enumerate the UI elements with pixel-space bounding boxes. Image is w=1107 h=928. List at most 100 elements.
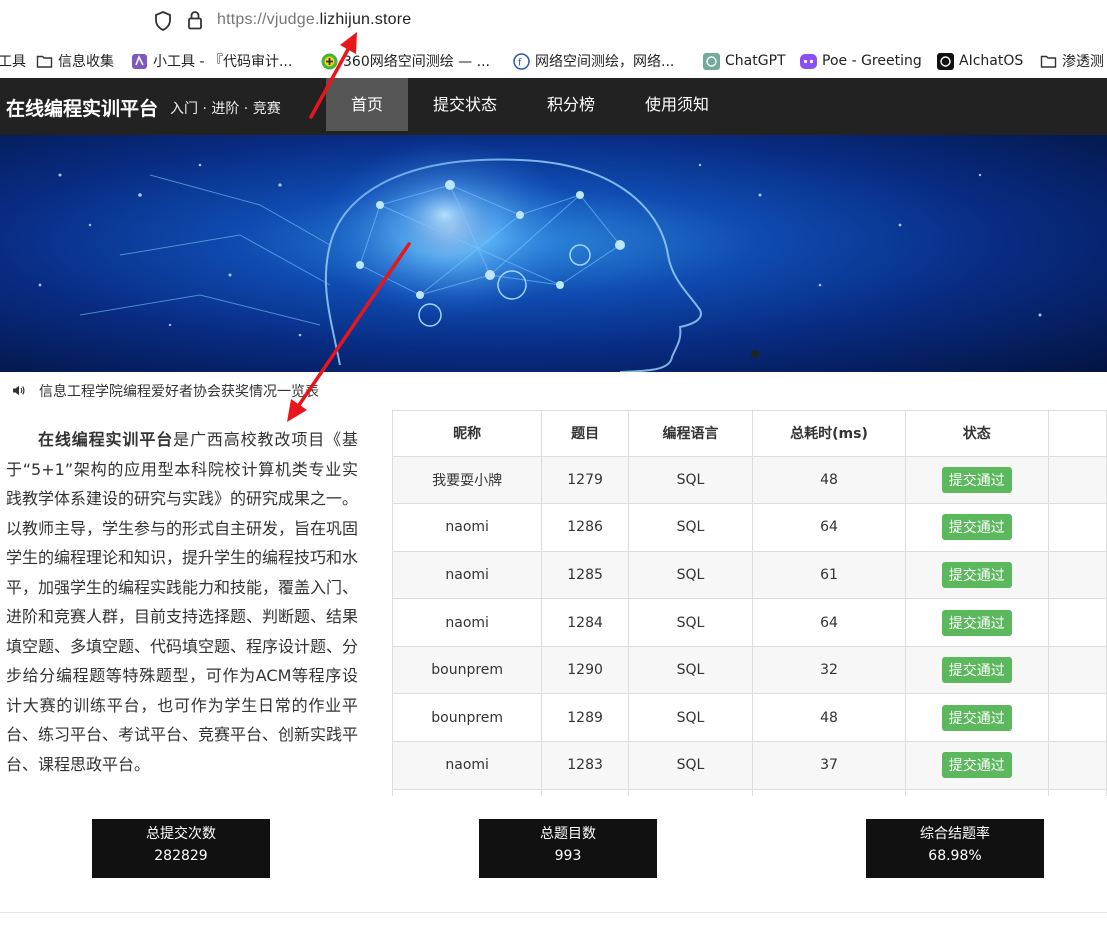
column-header-problem: 题目 <box>541 411 629 457</box>
intro-body: 是广西高校教改项目《基于“5+1”架构的应用型本科院校计算机类专业实践教学体系建… <box>6 430 359 774</box>
folder-icon <box>36 55 53 68</box>
recent-submissions-table[interactable]: 昵称 题目 编程语言 总耗时(ms) 状态 我要耍小牌 1279 SQL 48 提交通过… <box>392 410 1107 796</box>
cell-time: 64 <box>752 598 906 647</box>
cell-status: 提交通过 <box>905 456 1049 505</box>
cell-extra <box>1048 503 1107 552</box>
cell-problem-id[interactable]: 1290 <box>541 646 629 695</box>
announcement-text[interactable]: 信息工程学院编程爱好者协会获奖情况一览表 <box>39 384 319 400</box>
status-badge[interactable]: 提交通过 <box>941 704 1012 731</box>
cell-nickname[interactable]: naomi <box>393 598 543 647</box>
bookmark-poe[interactable]: Poe - Greeting <box>800 51 922 71</box>
table-row[interactable]: naomi 1286 SQL 64 提交通过 <box>393 503 1107 552</box>
cell-time <box>752 789 906 796</box>
status-badge[interactable]: 提交通过 <box>941 752 1012 779</box>
stat-total-submissions: 总提交次数 282829 <box>92 819 270 878</box>
bookmark-small-tools[interactable]: 小工具 - 『代码审计... <box>131 51 292 71</box>
arrowhead-icon <box>287 399 307 422</box>
cell-language: SQL <box>628 598 754 647</box>
stat-label: 总题目数 <box>540 826 596 842</box>
cell-problem-id[interactable]: 1285 <box>541 551 629 600</box>
site-brand[interactable]: 在线编程实训平台 <box>6 94 158 121</box>
cell-extra <box>1048 456 1107 505</box>
browser-url-bar[interactable]: https://vjudge.lizhijun.store <box>0 0 1107 44</box>
lock-icon[interactable] <box>187 10 203 34</box>
cell-nickname[interactable]: naomi <box>393 551 543 600</box>
status-badge[interactable]: 提交通过 <box>941 466 1012 493</box>
cell-status: 提交通过 <box>905 646 1049 695</box>
footer-divider <box>0 912 1107 913</box>
chatgpt-icon <box>937 52 954 70</box>
table-row[interactable]: naomi 1284 SQL 64 提交通过 <box>393 598 1107 647</box>
cell-time: 64 <box>752 503 906 552</box>
cell-problem-id[interactable]: 1286 <box>541 503 629 552</box>
cell-extra <box>1048 789 1107 796</box>
table-row[interactable]: naomi 1283 SQL 37 提交通过 <box>393 741 1107 790</box>
bookmark-chatgpt[interactable]: ChatGPT <box>703 51 786 71</box>
hero-banner[interactable] <box>0 135 1107 372</box>
status-badge[interactable]: 提交通过 <box>941 514 1012 541</box>
cell-language: SQL <box>628 551 754 600</box>
bookmarks-bar: 工具 信息收集 小工具 - 『代码审计... 360网络空间测绘 — ... f… <box>0 44 1107 78</box>
stat-label: 总提交次数 <box>146 826 216 842</box>
status-badge[interactable]: 提交通过 <box>941 657 1012 684</box>
bookmark-tools[interactable]: 工具 <box>0 51 26 71</box>
bookmark-pentest[interactable]: 渗透测 <box>1040 51 1104 71</box>
cell-status: 提交通过 <box>905 741 1049 790</box>
table-row[interactable]: 我要耍小牌 1279 SQL 48 提交通过 <box>393 456 1107 505</box>
table-row[interactable]: bounprem 1289 SQL 48 提交通过 <box>393 693 1107 743</box>
bookmark-aichatos[interactable]: AIchatOS <box>937 51 1023 71</box>
cell-nickname[interactable]: naomi <box>393 503 543 552</box>
cell-nickname[interactable] <box>393 789 543 796</box>
shield-icon[interactable] <box>154 11 172 35</box>
cell-nickname[interactable]: 我要耍小牌 <box>393 456 543 505</box>
table-row[interactable]: naomi 1285 SQL 61 提交通过 <box>393 551 1107 600</box>
cell-nickname[interactable]: naomi <box>393 741 543 790</box>
status-badge[interactable]: 提交通过 <box>941 561 1012 588</box>
stat-value: 282829 <box>154 848 208 864</box>
cell-status <box>905 789 1049 796</box>
cell-status: 提交通过 <box>905 551 1049 600</box>
cell-extra <box>1048 551 1107 600</box>
cell-problem-id[interactable]: 1284 <box>541 598 629 647</box>
stat-value: 993 <box>554 848 582 864</box>
cell-extra <box>1048 646 1107 695</box>
status-badge[interactable]: 提交通过 <box>941 609 1012 636</box>
svg-text:f: f <box>518 57 522 68</box>
intro-bold-title: 在线编程实训平台 <box>38 430 174 449</box>
carousel-dot[interactable] <box>751 350 759 358</box>
cell-extra <box>1048 598 1107 647</box>
bookmark-360-mapping[interactable]: 360网络空间测绘 — ... <box>321 51 490 71</box>
bookmark-info-collect[interactable]: 信息收集 <box>36 51 114 71</box>
announcement-link[interactable]: 信息工程学院编程爱好者协会获奖情况一览表 <box>12 381 319 401</box>
url-text[interactable]: https://vjudge.lizhijun.store <box>217 11 411 29</box>
cell-extra <box>1048 693 1107 743</box>
cell-time: 61 <box>752 551 906 600</box>
cell-extra <box>1048 741 1107 790</box>
bookmark-fofa[interactable]: f 网络空间测绘，网络... <box>513 51 674 71</box>
app-icon <box>132 53 147 69</box>
cell-problem-id[interactable]: 1279 <box>541 456 629 505</box>
platform-intro: 在线编程实训平台是广西高校教改项目《基于“5+1”架构的应用型本科院校计算机类专… <box>6 425 358 779</box>
column-header-extra <box>1048 411 1107 457</box>
cell-language: SQL <box>628 456 754 505</box>
chatgpt-icon <box>703 52 720 70</box>
cell-problem-id[interactable]: 1283 <box>541 741 629 790</box>
table-row[interactable]: bounprem 1290 SQL 32 提交通过 <box>393 646 1107 695</box>
column-header-time: 总耗时(ms) <box>752 411 906 457</box>
nav-usage-notes[interactable]: 使用须知 <box>632 78 722 131</box>
folder-icon <box>1040 55 1057 68</box>
cell-language: SQL <box>628 503 754 552</box>
cell-problem-id[interactable]: 1289 <box>541 693 629 743</box>
nav-leaderboard[interactable]: 积分榜 <box>530 78 612 131</box>
cell-nickname[interactable]: bounprem <box>393 693 543 743</box>
cell-problem-id[interactable] <box>541 789 629 796</box>
site-navbar: 在线编程实训平台 入门 · 进阶 · 竞赛 首页 提交状态 积分榜 使用须知 <box>0 78 1107 135</box>
cell-status: 提交通过 <box>905 693 1049 743</box>
column-header-status: 状态 <box>905 411 1049 457</box>
stat-label: 综合结题率 <box>920 826 990 842</box>
cell-nickname[interactable]: bounprem <box>393 646 543 695</box>
table-row[interactable] <box>393 789 1107 796</box>
nav-home[interactable]: 首页 <box>326 78 408 131</box>
nav-submission-status[interactable]: 提交状态 <box>418 78 512 131</box>
ai-head-banner-image <box>38 140 1042 372</box>
